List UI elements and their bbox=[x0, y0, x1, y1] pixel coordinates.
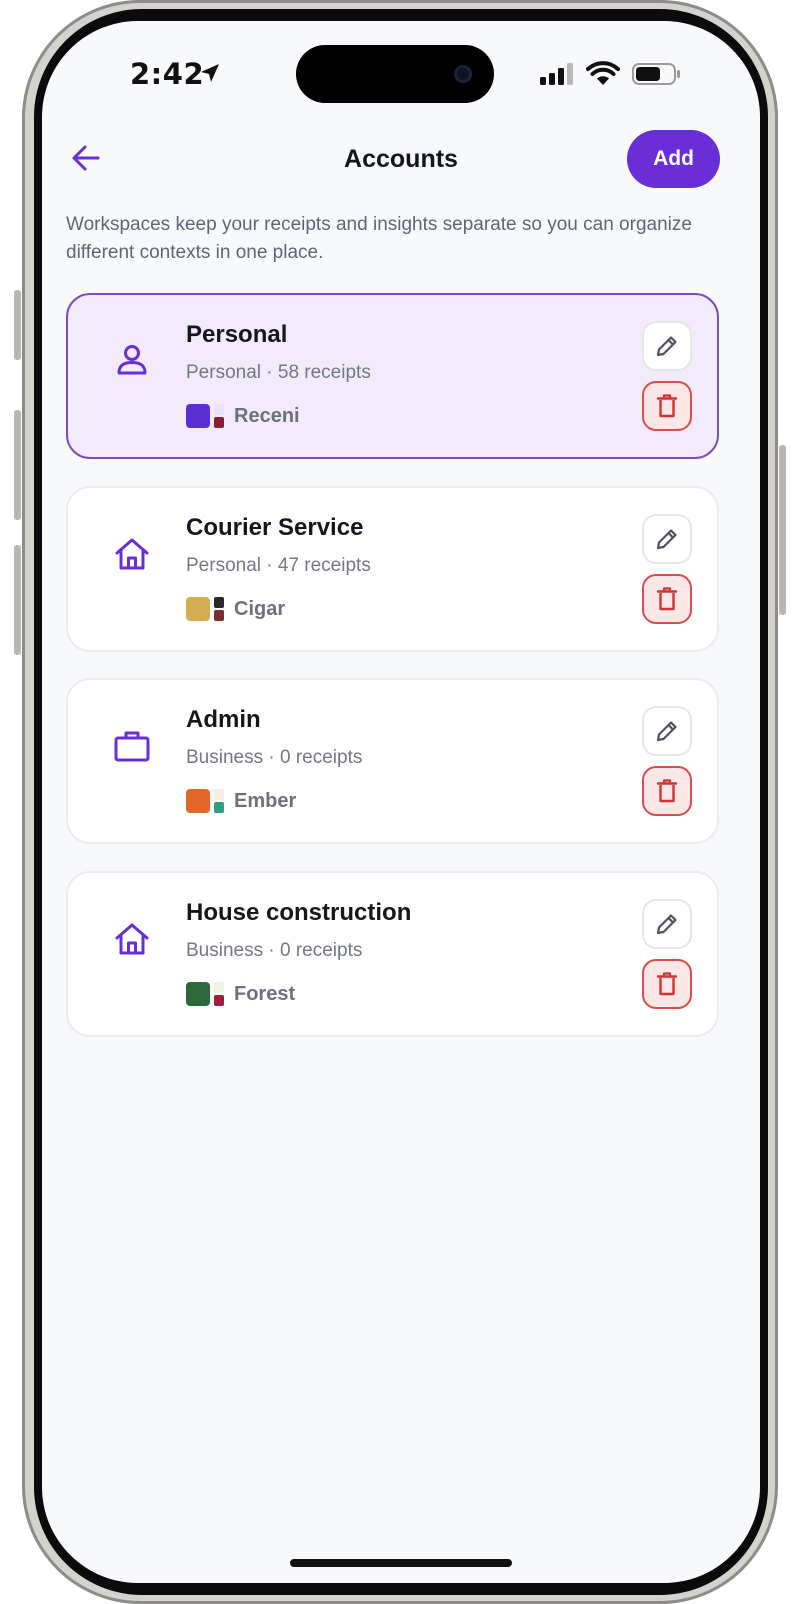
account-card[interactable]: Personal Personal · 58 receipts Receni bbox=[66, 293, 719, 459]
account-card[interactable]: Courier Service Personal · 47 receipts C… bbox=[66, 486, 719, 652]
theme-row: Receni bbox=[186, 403, 300, 429]
status-time: 2:42 bbox=[130, 57, 205, 91]
theme-swatch-top bbox=[214, 597, 224, 608]
theme-swatch-bottom bbox=[214, 417, 224, 428]
theme-swatch-bottom bbox=[214, 610, 224, 621]
account-meta: Personal · 47 receipts bbox=[186, 555, 371, 576]
theme-swatch-stack bbox=[214, 789, 224, 813]
theme-name: Ember bbox=[234, 789, 297, 812]
location-arrow-icon bbox=[201, 64, 219, 82]
account-name: Personal bbox=[186, 321, 288, 348]
home-icon bbox=[110, 532, 154, 576]
edit-account-button[interactable] bbox=[642, 706, 692, 756]
trash-icon bbox=[656, 394, 678, 418]
account-meta: Business · 0 receipts bbox=[186, 747, 363, 768]
person-icon bbox=[110, 339, 154, 383]
account-card[interactable]: Admin Business · 0 receipts Ember bbox=[66, 678, 719, 844]
battery-icon bbox=[632, 63, 680, 85]
theme-name: Cigar bbox=[234, 597, 286, 620]
trash-icon bbox=[656, 587, 678, 611]
theme-swatch-bottom bbox=[214, 802, 224, 813]
volume-up-button bbox=[14, 410, 21, 520]
theme-swatch-top bbox=[214, 982, 224, 993]
account-meta: Personal · 58 receipts bbox=[186, 362, 371, 383]
account-meta: Business · 0 receipts bbox=[186, 940, 363, 961]
delete-account-button[interactable] bbox=[642, 574, 692, 624]
cellular-signal-icon bbox=[540, 63, 573, 85]
home-icon bbox=[110, 917, 154, 961]
delete-account-button[interactable] bbox=[642, 381, 692, 431]
trash-icon bbox=[656, 972, 678, 996]
delete-account-button[interactable] bbox=[642, 959, 692, 1009]
theme-row: Forest bbox=[186, 981, 295, 1007]
wifi-icon bbox=[586, 61, 620, 85]
account-name: Courier Service bbox=[186, 514, 364, 541]
theme-row: Cigar bbox=[186, 596, 285, 622]
pencil-icon bbox=[656, 336, 677, 357]
trash-icon bbox=[656, 779, 678, 803]
theme-swatch-bottom bbox=[214, 995, 224, 1006]
pencil-icon bbox=[656, 529, 677, 550]
account-card[interactable]: House construction Business · 0 receipts… bbox=[66, 871, 719, 1037]
theme-swatch-top bbox=[214, 789, 224, 800]
account-name: House construction bbox=[186, 899, 412, 926]
theme-swatch-stack bbox=[214, 982, 224, 1006]
edit-account-button[interactable] bbox=[642, 514, 692, 564]
camera-icon bbox=[454, 65, 472, 83]
briefcase-icon bbox=[110, 724, 154, 768]
theme-swatch-main bbox=[186, 404, 210, 428]
home-indicator bbox=[290, 1559, 512, 1567]
pencil-icon bbox=[656, 914, 677, 935]
theme-swatch-main bbox=[186, 597, 210, 621]
screen: 2:42 Accounts Add Workspaces keep your r… bbox=[42, 21, 760, 1583]
edit-account-button[interactable] bbox=[642, 321, 692, 371]
power-button bbox=[779, 445, 786, 615]
theme-row: Ember bbox=[186, 788, 296, 814]
volume-down-button bbox=[14, 545, 21, 655]
theme-swatch-main bbox=[186, 982, 210, 1006]
theme-name: Forest bbox=[234, 982, 296, 1005]
add-account-button[interactable]: Add bbox=[627, 130, 720, 188]
theme-swatch-main bbox=[186, 789, 210, 813]
side-button bbox=[14, 290, 21, 360]
intro-text: Workspaces keep your receipts and insigh… bbox=[66, 214, 692, 263]
theme-name: Receni bbox=[234, 404, 300, 427]
pencil-icon bbox=[656, 721, 677, 742]
theme-swatch-stack bbox=[214, 597, 224, 621]
edit-account-button[interactable] bbox=[642, 899, 692, 949]
account-name: Admin bbox=[186, 706, 261, 733]
theme-swatch-top bbox=[214, 404, 224, 415]
delete-account-button[interactable] bbox=[642, 766, 692, 816]
theme-swatch-stack bbox=[214, 404, 224, 428]
